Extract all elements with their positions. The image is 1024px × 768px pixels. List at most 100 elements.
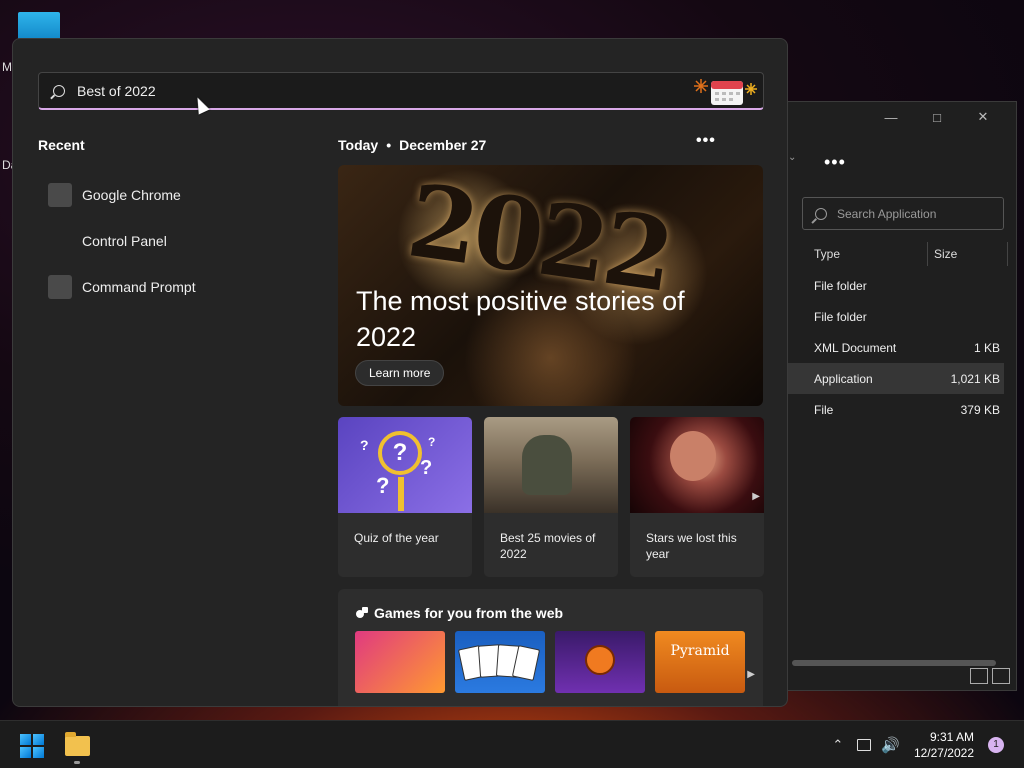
start-search-box[interactable] bbox=[38, 72, 764, 110]
start-button[interactable] bbox=[20, 734, 44, 758]
recent-item-command-prompt[interactable]: Command Prompt bbox=[48, 264, 196, 310]
question-mark-icon: ? bbox=[360, 437, 369, 453]
chrome-icon bbox=[48, 183, 72, 207]
file-type: Application bbox=[814, 371, 873, 386]
window-controls: — □ ✕ bbox=[868, 108, 1006, 126]
windows-logo-icon bbox=[20, 747, 31, 758]
recent-heading: Recent bbox=[38, 137, 85, 153]
clock-time: 9:31 AM bbox=[929, 730, 974, 744]
file-type: File folder bbox=[814, 278, 867, 293]
card-movies[interactable]: Best 25 movies of 2022 bbox=[484, 417, 618, 577]
more-options-button[interactable]: ••• bbox=[824, 152, 846, 173]
clock[interactable]: 9:31 AM 12/27/2022 bbox=[914, 729, 974, 761]
card-caption: Best 25 movies of 2022 bbox=[500, 531, 596, 561]
file-size: 1,021 KB bbox=[950, 371, 1000, 386]
today-heading: Today • December 27 bbox=[338, 137, 486, 153]
column-size[interactable]: Size bbox=[928, 242, 1008, 266]
desktop-icon[interactable] bbox=[18, 12, 60, 40]
basketball-icon bbox=[585, 645, 615, 675]
file-row-selected[interactable]: Application 1,021 KB bbox=[788, 363, 1004, 394]
minimize-icon[interactable]: — bbox=[868, 108, 914, 126]
file-explorer-taskbar-icon[interactable] bbox=[65, 732, 90, 756]
recent-item-label: Command Prompt bbox=[82, 279, 196, 295]
windows-logo-icon bbox=[33, 747, 44, 758]
scroll-right-icon[interactable]: ▶ bbox=[752, 491, 760, 502]
movie-image bbox=[484, 417, 618, 513]
chevron-down-icon[interactable]: ⌄ bbox=[788, 152, 796, 163]
network-icon[interactable] bbox=[857, 739, 872, 751]
question-mark-icon: ? bbox=[428, 435, 436, 449]
windows-logo-icon bbox=[33, 734, 44, 745]
control-panel-icon bbox=[48, 229, 72, 253]
pilot-figure bbox=[522, 435, 572, 495]
details-view-icon[interactable] bbox=[970, 668, 988, 684]
file-row[interactable]: XML Document 1 KB bbox=[788, 332, 1004, 363]
recent-item-control-panel[interactable]: Control Panel bbox=[48, 218, 196, 264]
hero-title: The most positive stories of 2022 bbox=[356, 286, 685, 352]
view-toggle bbox=[970, 668, 1010, 684]
learn-more-button[interactable]: Learn more bbox=[355, 360, 445, 386]
windows-logo-icon bbox=[20, 734, 31, 745]
games-icon bbox=[356, 607, 368, 619]
volume-icon[interactable]: 🔊 bbox=[881, 736, 900, 754]
desktop-icon-label: M bbox=[2, 60, 12, 74]
games-title: Games for you from the web bbox=[374, 605, 564, 621]
file-size: 1 KB bbox=[973, 340, 1000, 355]
today-separator: • bbox=[386, 137, 392, 153]
taskbar: ⌃ 🔊 9:31 AM 12/27/2022 1 bbox=[0, 720, 1024, 768]
tiles-view-icon[interactable] bbox=[992, 668, 1010, 684]
search-icon bbox=[815, 207, 827, 220]
calendar-celebration-icon bbox=[694, 79, 757, 105]
system-tray: ⌃ 🔊 9:31 AM 12/27/2022 1 bbox=[832, 721, 1024, 768]
magnifier-handle bbox=[398, 477, 404, 511]
magnifier-icon: ? bbox=[378, 431, 422, 475]
notification-badge[interactable]: 1 bbox=[988, 737, 1004, 753]
hero-card[interactable]: 2022 The most positive stories of 2022 L… bbox=[338, 165, 763, 406]
game-tile-pyramid[interactable]: Pyramid bbox=[655, 631, 745, 693]
column-type[interactable]: Type bbox=[808, 242, 928, 266]
file-type: File bbox=[814, 402, 834, 417]
file-size: 379 KB bbox=[960, 402, 1000, 417]
maximize-icon[interactable]: □ bbox=[914, 108, 960, 126]
news-cards: ? ? ? ? ? Quiz of the year Best 25 movie… bbox=[338, 417, 764, 577]
file-type: File folder bbox=[814, 309, 867, 324]
game-tiles: Pyramid bbox=[355, 631, 745, 693]
games-section: Games for you from the web Pyramid ▶ bbox=[338, 589, 763, 706]
file-row[interactable]: File 379 KB bbox=[788, 394, 1004, 425]
explorer-search-placeholder: Search Application bbox=[837, 206, 937, 221]
pyramid-game-label: Pyramid bbox=[670, 643, 730, 659]
card-stars[interactable]: Stars we lost this year ▶ bbox=[630, 417, 764, 577]
file-row[interactable]: File folder bbox=[788, 270, 1004, 301]
start-search-input[interactable] bbox=[77, 82, 657, 99]
clock-date: 12/27/2022 bbox=[913, 746, 974, 760]
start-menu: Recent Google Chrome Control Panel Comma… bbox=[12, 38, 788, 707]
games-heading: Games for you from the web bbox=[356, 605, 563, 621]
today-more-button[interactable]: ••• bbox=[696, 132, 716, 150]
card-caption: Stars we lost this year bbox=[646, 531, 737, 561]
file-row[interactable]: File folder bbox=[788, 301, 1004, 332]
recent-item-google-chrome[interactable]: Google Chrome bbox=[48, 172, 196, 218]
recent-item-label: Google Chrome bbox=[82, 187, 181, 203]
game-tile-basketball[interactable] bbox=[555, 631, 645, 693]
game-tile-racing[interactable] bbox=[355, 631, 445, 693]
question-mark-icon: ? bbox=[376, 473, 390, 498]
scroll-right-icon[interactable]: ▶ bbox=[747, 669, 755, 680]
close-icon[interactable]: ✕ bbox=[960, 108, 1006, 126]
question-mark-icon: ? bbox=[420, 457, 433, 479]
recent-item-label: Control Panel bbox=[82, 233, 167, 249]
stars-image bbox=[630, 417, 764, 513]
show-hidden-icons-chevron-icon[interactable]: ⌃ bbox=[832, 737, 843, 753]
card-quiz[interactable]: ? ? ? ? ? Quiz of the year bbox=[338, 417, 472, 577]
running-indicator bbox=[74, 761, 80, 764]
quiz-image: ? ? ? ? ? bbox=[338, 417, 472, 513]
card-caption: Quiz of the year bbox=[354, 531, 439, 545]
file-explorer-window: — □ ✕ ⌄ ••• Search Application Type Size… bbox=[787, 101, 1017, 691]
today-label: Today bbox=[338, 137, 379, 153]
file-list: File folder File folder XML Document 1 K… bbox=[788, 270, 1004, 425]
command-prompt-icon bbox=[48, 275, 72, 299]
today-date: December 27 bbox=[399, 137, 487, 153]
horizontal-scrollbar[interactable] bbox=[792, 660, 996, 666]
game-tile-solitaire[interactable] bbox=[455, 631, 545, 693]
file-type: XML Document bbox=[814, 340, 897, 355]
explorer-search-box[interactable]: Search Application bbox=[802, 197, 1004, 230]
